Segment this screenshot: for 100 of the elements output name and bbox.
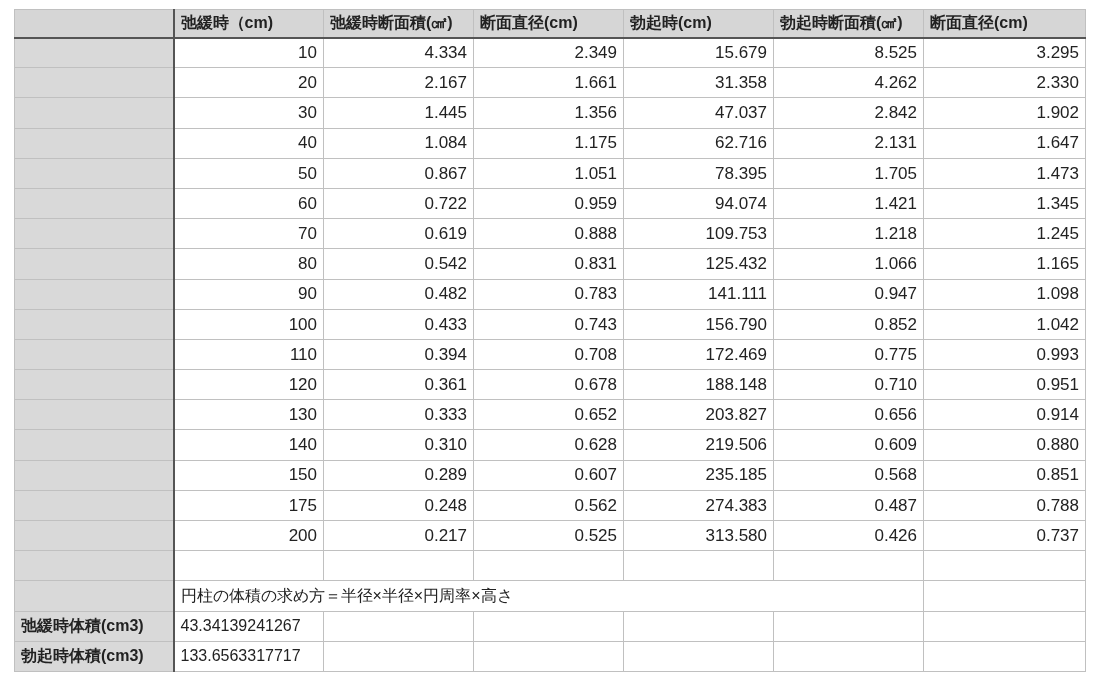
- table-cell: 110: [173, 339, 324, 370]
- table-cell: 1.647: [923, 128, 1086, 159]
- table-cell: 0.710: [773, 369, 924, 400]
- table-cell: 0.783: [473, 279, 624, 310]
- table-cell: 140: [173, 429, 324, 461]
- table-cell: 47.037: [623, 97, 774, 129]
- table-cell: 0.487: [773, 490, 924, 521]
- table-cell: 20: [173, 67, 324, 98]
- table-cell: 0.852: [773, 309, 924, 340]
- table-cell: 1.345: [923, 188, 1086, 219]
- table-cell: 125.432: [623, 248, 774, 279]
- table-cell: 0.722: [323, 188, 474, 219]
- table-cell: 133.6563317717: [173, 641, 324, 672]
- table-cell: 0.628: [473, 429, 624, 461]
- column-header[interactable]: 弛緩時（cm): [173, 9, 324, 38]
- table-cell: 203.827: [623, 399, 774, 430]
- table-cell: 62.716: [623, 128, 774, 159]
- table-cell: 1.218: [773, 218, 924, 249]
- table-cell: 1.051: [473, 158, 624, 189]
- column-header[interactable]: 勃起時(cm): [623, 9, 774, 38]
- table-cell: 94.074: [623, 188, 774, 219]
- table-cell: 0.525: [473, 520, 624, 551]
- table-cell: 2.349: [473, 37, 624, 68]
- table-cell: 0.775: [773, 339, 924, 370]
- table-cell: 0.851: [923, 460, 1086, 491]
- table-cell: 0.947: [773, 279, 924, 310]
- table-cell: 1.066: [773, 248, 924, 279]
- table-cell: 70: [173, 218, 324, 249]
- table-cell: 30: [173, 97, 324, 129]
- table-cell: 109.753: [623, 218, 774, 249]
- table-cell: 0.562: [473, 490, 624, 521]
- table-cell: 0.609: [773, 429, 924, 461]
- table-cell: 141.111: [623, 279, 774, 310]
- table-cell: 2.131: [773, 128, 924, 159]
- table-cell: 0.914: [923, 399, 1086, 430]
- table-cell: 0.310: [323, 429, 474, 461]
- table-cell: 0.568: [773, 460, 924, 491]
- table-cell: 0.361: [323, 369, 474, 400]
- column-header[interactable]: 断面直径(cm): [923, 9, 1086, 38]
- table-cell: 1.705: [773, 158, 924, 189]
- table-cell: 80: [173, 248, 324, 279]
- table-cell: 50: [173, 158, 324, 189]
- column-header[interactable]: 断面直径(cm): [473, 9, 624, 38]
- table-cell: 0.951: [923, 369, 1086, 400]
- table-cell: 172.469: [623, 339, 774, 370]
- table-cell: 1.042: [923, 309, 1086, 340]
- table-cell: 0.607: [473, 460, 624, 491]
- row-label: 弛緩時体積(cm3): [14, 611, 174, 642]
- table-cell: 1.165: [923, 248, 1086, 279]
- table-cell: 1.084: [323, 128, 474, 159]
- table-cell: 2.842: [773, 97, 924, 129]
- table-cell: 0.788: [923, 490, 1086, 521]
- table-cell: 0.619: [323, 218, 474, 249]
- table-cell: 0.867: [323, 158, 474, 189]
- table-cell: 1.902: [923, 97, 1086, 129]
- table-cell: 15.679: [623, 37, 774, 68]
- column-header[interactable]: 勃起時断面積(㎠): [773, 9, 924, 38]
- table-cell: 1.245: [923, 218, 1086, 249]
- table-cell: 0.426: [773, 520, 924, 551]
- table-cell: 1.098: [923, 279, 1086, 310]
- table-cell: 4.334: [323, 37, 474, 68]
- table-cell: 274.383: [623, 490, 774, 521]
- table-cell: 90: [173, 279, 324, 310]
- table-cell: 0.831: [473, 248, 624, 279]
- table-cell: 40: [173, 128, 324, 159]
- table-cell: 0.433: [323, 309, 474, 340]
- column-header[interactable]: 弛緩時断面積(㎠): [323, 9, 474, 38]
- table-cell: 2.330: [923, 67, 1086, 98]
- table-cell: 0.678: [473, 369, 624, 400]
- table-cell: 1.175: [473, 128, 624, 159]
- table-cell: 0.652: [473, 399, 624, 430]
- table-cell: 0.737: [923, 520, 1086, 551]
- table-cell: 0.993: [923, 339, 1086, 370]
- table-cell: 31.358: [623, 67, 774, 98]
- table-cell: 0.880: [923, 429, 1086, 461]
- table-cell: 0.542: [323, 248, 474, 279]
- table-cell: 0.248: [323, 490, 474, 521]
- table-cell: 0.743: [473, 309, 624, 340]
- table-cell: 188.148: [623, 369, 774, 400]
- table-cell: 130: [173, 399, 324, 430]
- table-cell: 150: [173, 460, 324, 491]
- table-cell: 10: [173, 37, 324, 68]
- table-cell: 1.421: [773, 188, 924, 219]
- table-cell: 0.656: [773, 399, 924, 430]
- table-cell: 0.482: [323, 279, 474, 310]
- table-cell: 2.167: [323, 67, 474, 98]
- table-cell: 1.445: [323, 97, 474, 129]
- table-cell: 0.217: [323, 520, 474, 551]
- table-cell: 0.333: [323, 399, 474, 430]
- table-cell: 120: [173, 369, 324, 400]
- table-cell: 1.356: [473, 97, 624, 129]
- table-cell: 43.34139241267: [173, 611, 324, 642]
- table-cell: 156.790: [623, 309, 774, 340]
- row-label: 勃起時体積(cm3): [14, 641, 174, 672]
- table-cell: 1.473: [923, 158, 1086, 189]
- table-cell: 1.661: [473, 67, 624, 98]
- table-cell: 4.262: [773, 67, 924, 98]
- table-cell: 60: [173, 188, 324, 219]
- table-cell: 219.506: [623, 429, 774, 461]
- table-cell: 3.295: [923, 37, 1086, 68]
